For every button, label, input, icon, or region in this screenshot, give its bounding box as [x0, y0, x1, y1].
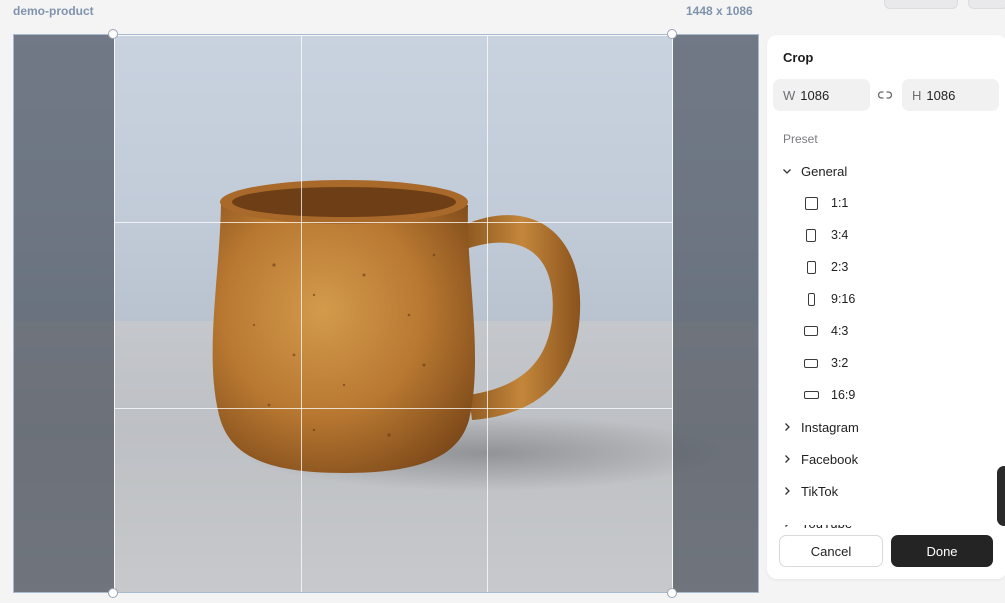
crop-handle-top-left[interactable] — [108, 29, 118, 39]
preset-item-16-9[interactable]: 16:9 — [803, 384, 855, 406]
file-name: demo-product — [13, 4, 94, 18]
image-dimensions: 1448 x 1086 — [686, 4, 753, 18]
preset-group-tiktok[interactable]: TikTok — [781, 480, 838, 502]
group-label: Instagram — [801, 419, 859, 435]
landscape-ratio-icon — [803, 323, 819, 339]
panel-title: Crop — [783, 50, 814, 65]
preset-item-3-4[interactable]: 3:4 — [803, 224, 848, 246]
square-ratio-icon — [803, 195, 819, 211]
preset-item-1-1[interactable]: 1:1 — [803, 192, 848, 214]
landscape-ratio-icon — [803, 355, 819, 371]
crop-canvas[interactable] — [13, 34, 759, 593]
preset-label-text: 3:2 — [831, 356, 849, 370]
height-field[interactable]: H — [902, 79, 999, 111]
preset-label-text: 2:3 — [831, 260, 849, 274]
crop-handle-top-right[interactable] — [667, 29, 677, 39]
chevron-right-icon — [785, 423, 790, 431]
wide-ratio-icon — [803, 387, 819, 403]
scroll-fade — [767, 503, 1005, 525]
height-label: H — [912, 87, 922, 103]
done-button[interactable]: Done — [891, 535, 993, 567]
chevron-down-icon — [783, 169, 791, 174]
grid-line-vertical — [301, 36, 302, 592]
group-label: TikTok — [801, 483, 839, 499]
crop-handle-bottom-right[interactable] — [667, 588, 677, 598]
crop-handle-bottom-left[interactable] — [108, 588, 118, 598]
preset-label-text: 3:4 — [831, 228, 849, 242]
crop-mask-left — [14, 35, 114, 592]
preset-label-text: 9:16 — [831, 292, 856, 306]
crop-frame[interactable] — [114, 35, 673, 592]
chevron-right-icon — [785, 487, 790, 495]
height-input[interactable] — [926, 87, 977, 103]
link-icon[interactable] — [877, 87, 893, 103]
grid-line-horizontal — [115, 408, 672, 409]
cancel-button[interactable]: Cancel — [779, 535, 883, 567]
group-label: General — [801, 163, 848, 179]
portrait-ratio-icon — [803, 227, 819, 243]
tall-ratio-icon — [803, 291, 819, 307]
side-edge-tab[interactable] — [997, 466, 1005, 526]
width-field[interactable]: W — [773, 79, 870, 111]
crop-mask-right — [673, 35, 758, 592]
preset-label: Preset — [783, 132, 818, 146]
preset-group-instagram[interactable]: Instagram — [781, 416, 859, 438]
top-toolbar-button-secondary[interactable] — [968, 0, 1005, 9]
crop-panel: Crop W H Preset General 1:1 3:4 2:3 9:16… — [767, 35, 1005, 579]
grid-line-vertical — [487, 36, 488, 592]
portrait-ratio-icon — [803, 259, 819, 275]
preset-item-9-16[interactable]: 9:16 — [803, 288, 855, 310]
preset-label-text: 1:1 — [831, 196, 849, 210]
group-label: Facebook — [801, 451, 859, 467]
width-label: W — [783, 87, 796, 103]
preset-label-text: 4:3 — [831, 324, 849, 338]
top-toolbar-button[interactable] — [884, 0, 958, 9]
preset-item-2-3[interactable]: 2:3 — [803, 256, 848, 278]
chevron-right-icon — [785, 455, 790, 463]
preset-label-text: 16:9 — [831, 388, 856, 402]
grid-line-horizontal — [115, 222, 672, 223]
preset-group-general[interactable]: General — [781, 160, 847, 182]
preset-group-facebook[interactable]: Facebook — [781, 448, 858, 470]
preset-item-4-3[interactable]: 4:3 — [803, 320, 848, 342]
preset-item-3-2[interactable]: 3:2 — [803, 352, 848, 374]
width-input[interactable] — [800, 87, 851, 103]
